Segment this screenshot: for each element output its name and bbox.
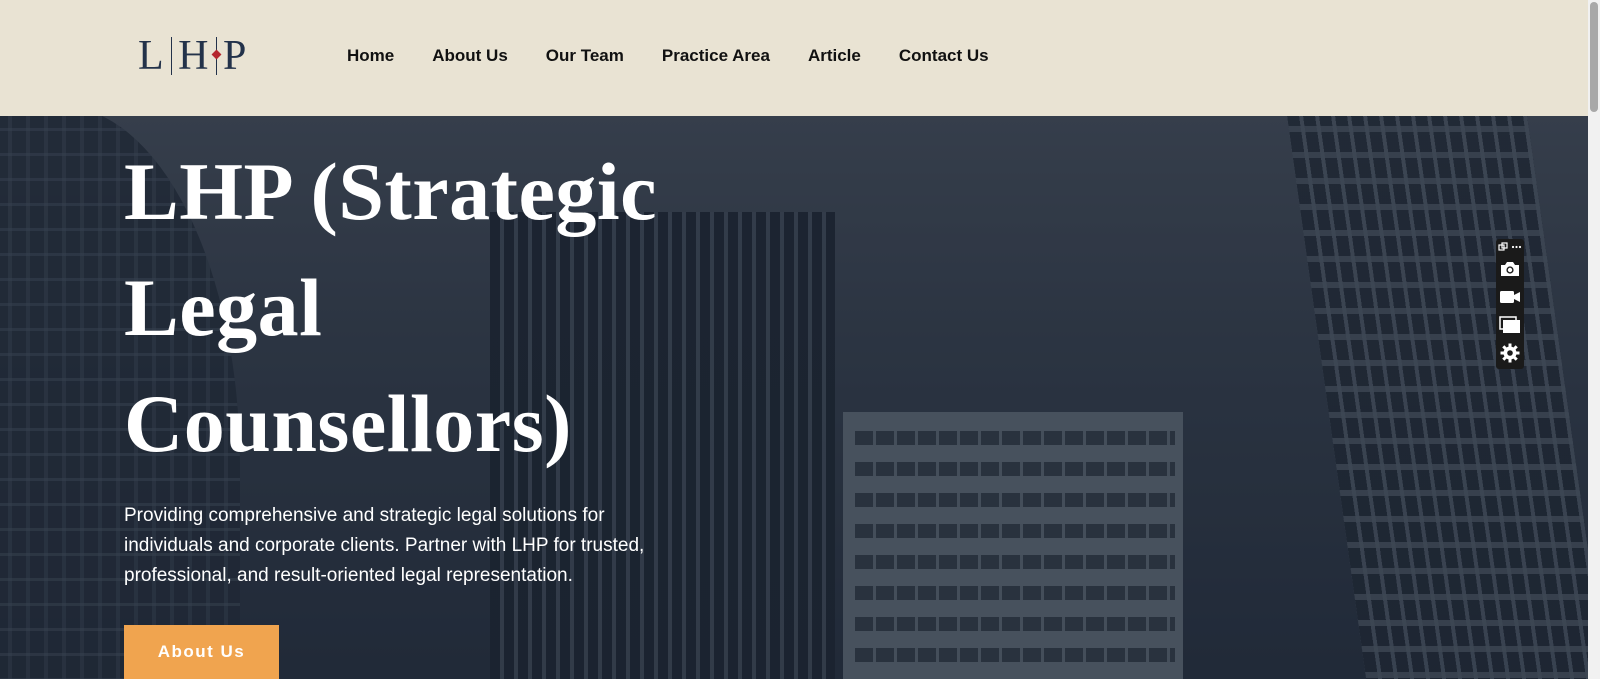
nav-home[interactable]: Home xyxy=(347,46,394,66)
hero-description: Providing comprehensive and strategic le… xyxy=(124,505,645,586)
settings-gear-icon[interactable] xyxy=(1498,341,1522,365)
hero-section: LHP (Strategic Legal Counsellors) Provid… xyxy=(0,116,1588,679)
logo-letter-l: L xyxy=(138,33,165,79)
window-capture-icon[interactable] xyxy=(1498,313,1522,337)
nav-contact-us[interactable]: Contact Us xyxy=(899,46,989,66)
page-scrollbar[interactable] xyxy=(1588,0,1600,679)
nav-practice-area[interactable]: Practice Area xyxy=(662,46,770,66)
logo-letter-p: P xyxy=(223,33,248,79)
nav-our-team[interactable]: Our Team xyxy=(546,46,624,66)
site-header: L H P Home About Us Our Team Practice Ar… xyxy=(0,0,1588,116)
logo-letter-h: H xyxy=(178,33,210,79)
main-nav: Home About Us Our Team Practice Area Art… xyxy=(347,46,989,66)
hero-title-line-3: Counsellors) xyxy=(124,378,572,469)
nav-article[interactable]: Article xyxy=(808,46,861,66)
toolbar-link-icon[interactable] xyxy=(1498,242,1508,252)
scrollbar-thumb[interactable] xyxy=(1590,2,1598,112)
hero-title-line-1: LHP (Strategic xyxy=(124,146,658,237)
more-options-icon[interactable] xyxy=(1511,242,1522,252)
logo-divider-accent xyxy=(215,37,217,75)
nav-about-us[interactable]: About Us xyxy=(432,46,508,66)
logo-divider xyxy=(170,37,173,75)
video-record-icon[interactable] xyxy=(1498,285,1522,309)
hero-title-line-2: Legal xyxy=(124,262,323,353)
hero-title: LHP (Strategic Legal Counsellors) xyxy=(124,134,764,482)
toolbar-header xyxy=(1498,241,1522,253)
capture-toolbar xyxy=(1496,239,1524,369)
about-us-button[interactable]: About Us xyxy=(124,625,279,679)
screenshot-camera-icon[interactable] xyxy=(1498,257,1522,281)
site-logo[interactable]: L H P xyxy=(138,33,248,79)
